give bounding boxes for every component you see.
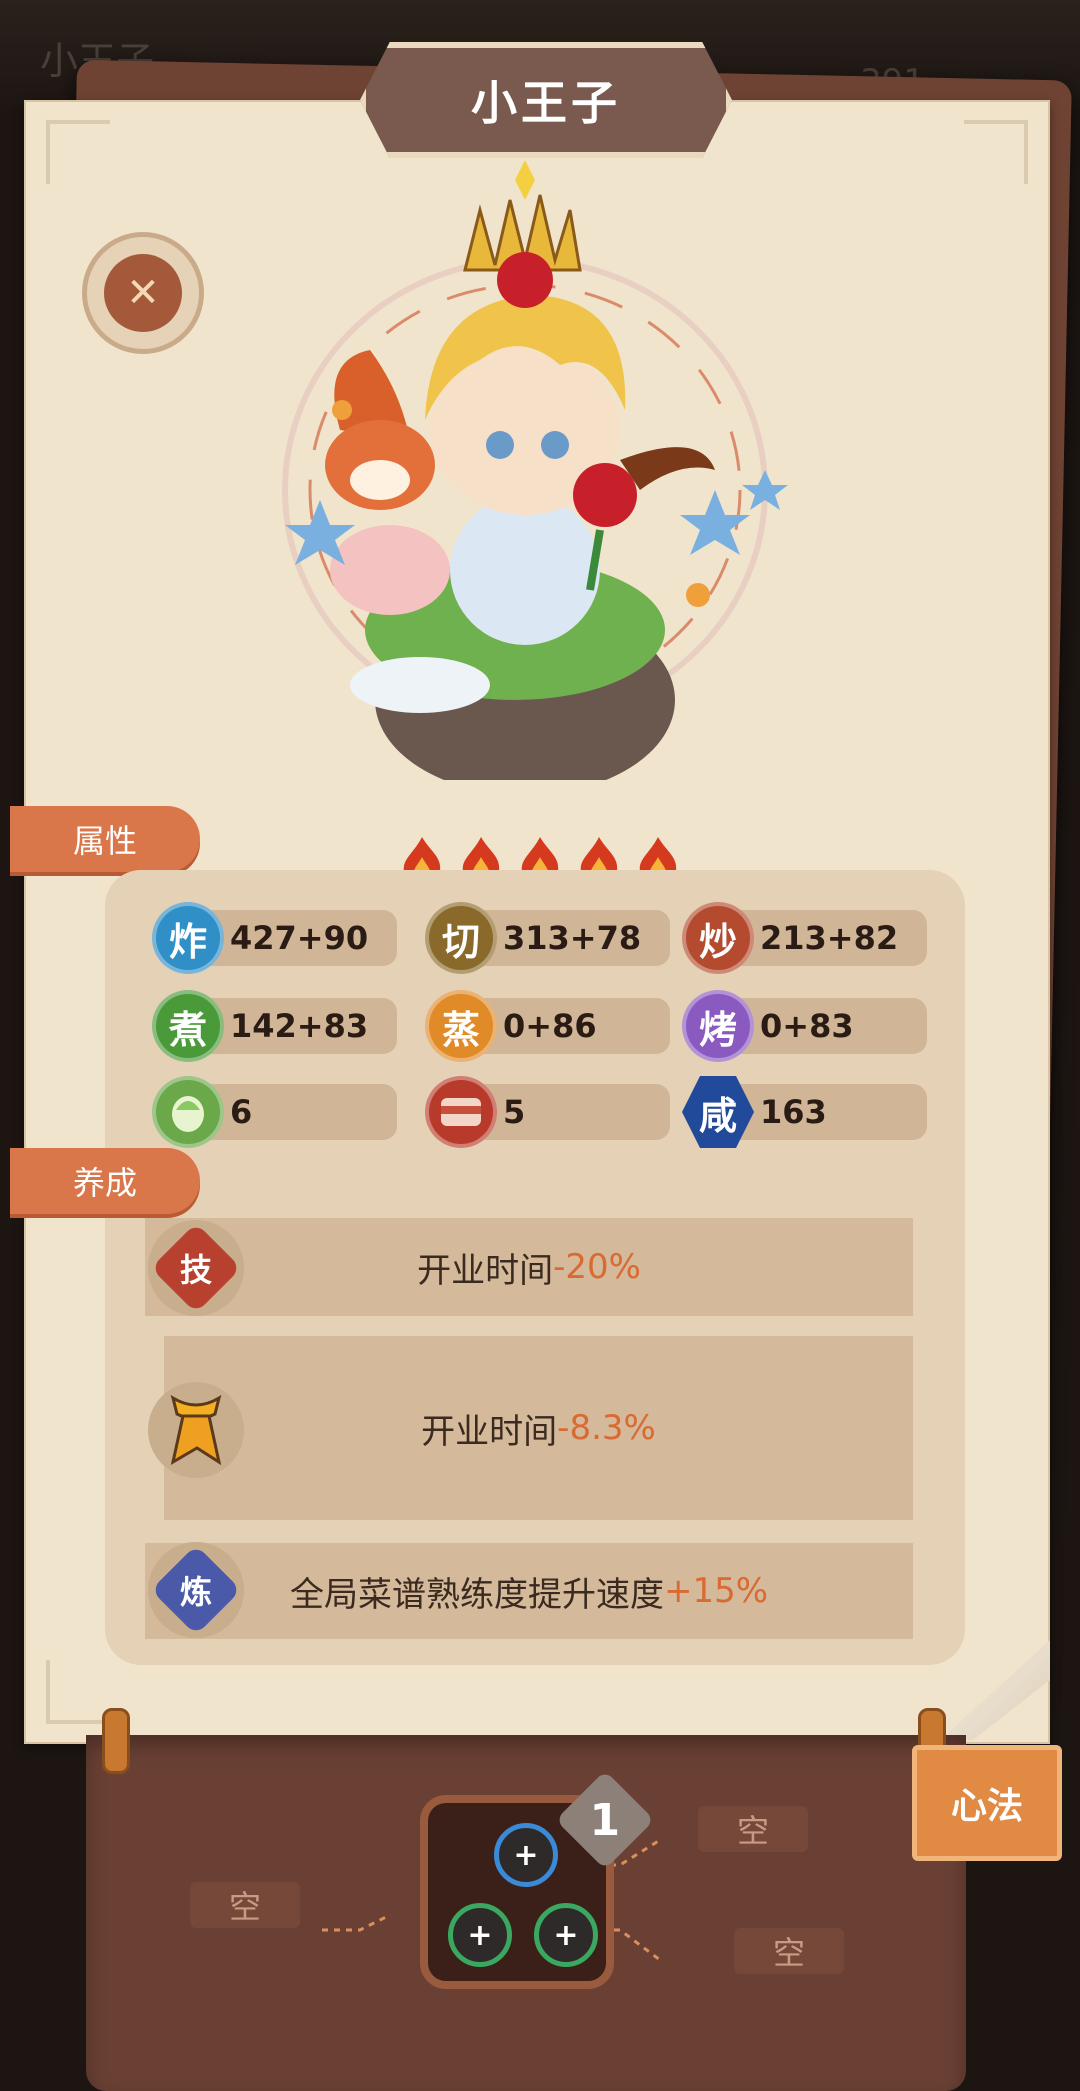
steam-icon: 蒸 [425, 990, 497, 1062]
stat-stirfry: 213+82 炒 [682, 902, 927, 974]
stat-fry: 427+90 炸 [152, 902, 397, 974]
stat-steam: 0+86 蒸 [425, 990, 670, 1062]
stat-value: 427+90 [230, 919, 369, 957]
corner-ornament [46, 1660, 110, 1724]
outfit-icon: ✕ [104, 254, 182, 332]
level-number: 1 [589, 1794, 621, 1846]
stat-value: 0+83 [760, 1007, 854, 1045]
refine-icon[interactable]: 炼 [148, 1542, 244, 1638]
plus-icon[interactable]: + [534, 1903, 598, 1967]
skill-icon-label: 技 [179, 1250, 213, 1289]
scarf-icon [170, 1394, 222, 1466]
empty-slot[interactable]: 空 [698, 1806, 808, 1852]
stat-value: 5 [503, 1093, 526, 1131]
boil-icon: 煮 [152, 990, 224, 1062]
roast-icon: 烤 [682, 990, 754, 1062]
xinfa-tab[interactable]: 心法 [912, 1745, 1062, 1861]
stat-salty: 163 咸 [682, 1076, 927, 1148]
equip-row[interactable]: 开业时间 -8.3% [164, 1336, 913, 1520]
empty-slot[interactable]: 空 [190, 1882, 300, 1928]
stat-value: 213+82 [760, 919, 899, 957]
skill-icon[interactable]: 技 [148, 1220, 244, 1316]
fry-icon: 炸 [152, 902, 224, 974]
chef-name: 小王子 [471, 76, 621, 130]
peg [102, 1708, 130, 1774]
stat-meat: 5 [425, 1076, 670, 1148]
cut-icon: 切 [425, 902, 497, 974]
refine-percent: +15% [663, 1571, 769, 1611]
stir-fry-icon: 炒 [682, 902, 754, 974]
stat-value: 313+78 [503, 919, 642, 957]
corner-ornament [964, 120, 1028, 184]
corner-ornament [46, 120, 110, 184]
outfit-badge[interactable]: ✕ [82, 232, 204, 354]
plus-icon[interactable]: + [494, 1823, 558, 1887]
stat-roast: 0+83 烤 [682, 990, 927, 1062]
title-plaque: 小王子 [360, 42, 732, 158]
stat-vegetable: 6 [152, 1076, 397, 1148]
skill-row[interactable]: 开业时间 -20% [145, 1218, 913, 1316]
chef-portrait[interactable] [260, 160, 790, 780]
meat-icon [425, 1076, 497, 1148]
stat-boil: 142+83 煮 [152, 990, 397, 1062]
tab-attributes[interactable]: 属性 [10, 806, 200, 872]
empty-slot[interactable]: 空 [734, 1928, 844, 1974]
skill-text: 开业时间 [417, 1250, 554, 1291]
equip-text: 开业时间 [421, 1411, 558, 1452]
equip-percent: -8.3% [557, 1408, 656, 1448]
refine-row[interactable]: 全局菜谱熟练度提升速度 +15% [145, 1543, 913, 1639]
stat-value: 0+86 [503, 1007, 597, 1045]
skill-percent: -20% [553, 1247, 641, 1287]
tab-growth[interactable]: 养成 [10, 1148, 200, 1214]
refine-text: 全局菜谱熟练度提升速度 [289, 1574, 664, 1615]
equip-slot[interactable] [148, 1382, 244, 1478]
stat-value: 6 [230, 1093, 253, 1131]
stat-cut: 313+78 切 [425, 902, 670, 974]
refine-icon-label: 炼 [179, 1572, 213, 1611]
cabbage-icon [152, 1076, 224, 1148]
stat-value: 142+83 [230, 1007, 369, 1045]
plus-icon[interactable]: + [448, 1903, 512, 1967]
stat-value: 163 [760, 1093, 827, 1131]
